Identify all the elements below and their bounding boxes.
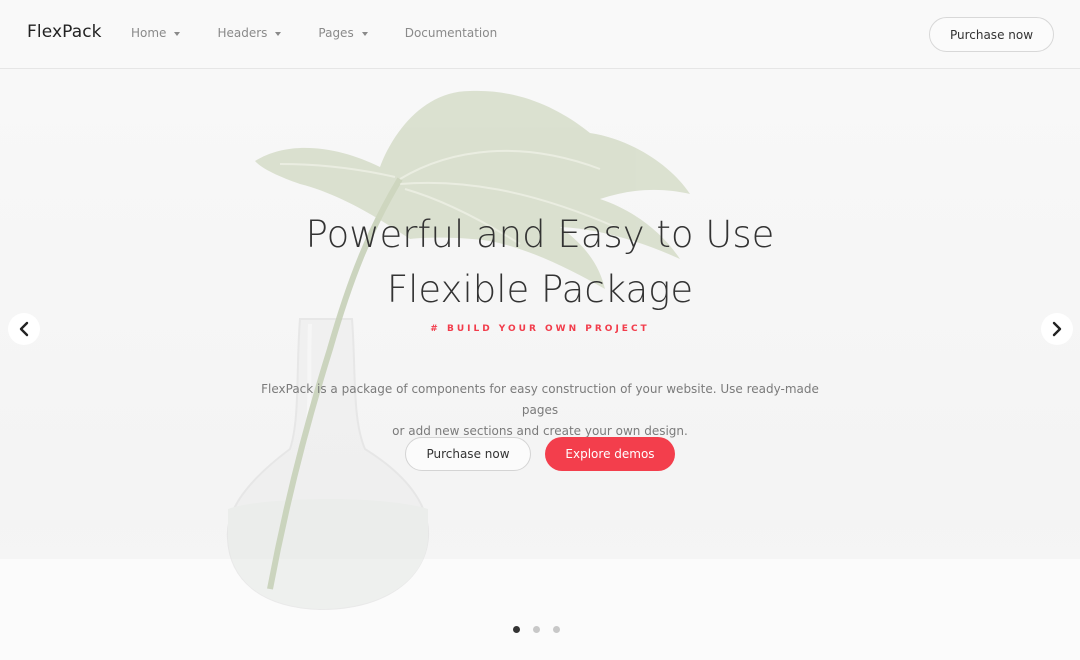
nav-item-documentation[interactable]: Documentation	[405, 26, 498, 40]
carousel-dot[interactable]	[513, 626, 520, 633]
nav-item-headers[interactable]: Headers	[217, 26, 282, 40]
caret-down-icon	[275, 31, 282, 36]
plant-vase-image	[226, 90, 690, 611]
nav-item-label: Documentation	[404, 26, 498, 40]
carousel-indicators	[513, 626, 560, 633]
chevron-left-icon	[19, 321, 29, 337]
carousel-dot[interactable]	[553, 626, 560, 633]
hero-description: FlexPack is a package of components for …	[260, 379, 820, 442]
hero-description-line: FlexPack is a package of components for …	[261, 382, 819, 417]
nav-item-label: Pages	[318, 26, 354, 40]
explore-demos-button[interactable]: Explore demos	[545, 437, 675, 471]
site-header: FlexPack Home Headers Pages Documentatio…	[0, 0, 1080, 69]
chevron-right-icon	[1052, 321, 1062, 337]
hero-description-line: or add new sections and create your own …	[392, 424, 688, 438]
carousel-next-button[interactable]	[1041, 313, 1073, 345]
carousel-prev-button[interactable]	[8, 313, 40, 345]
hero-slider: Powerful and Easy to Use Flexible Packag…	[0, 69, 1080, 660]
hero-title-line: Powerful and Easy to Use	[305, 213, 775, 256]
nav-item-home[interactable]: Home	[131, 26, 181, 40]
purchase-now-button[interactable]: Purchase now	[405, 437, 531, 471]
nav-item-label: Headers	[217, 26, 268, 40]
hero-title-line: Flexible Package	[386, 268, 694, 311]
nav-item-pages[interactable]: Pages	[318, 26, 368, 40]
hero-tagline: # BUILD YOUR OWN PROJECT	[430, 324, 650, 334]
header-purchase-button[interactable]: Purchase now	[929, 17, 1054, 52]
caret-down-icon	[361, 31, 368, 36]
caret-down-icon	[174, 31, 181, 36]
main-nav: Home Headers Pages Documentation	[131, 26, 534, 40]
hero-title: Powerful and Easy to Use Flexible Packag…	[0, 207, 1080, 317]
carousel-dot[interactable]	[533, 626, 540, 633]
nav-item-label: Home	[131, 26, 167, 40]
brand-logo[interactable]: FlexPack	[27, 22, 102, 42]
